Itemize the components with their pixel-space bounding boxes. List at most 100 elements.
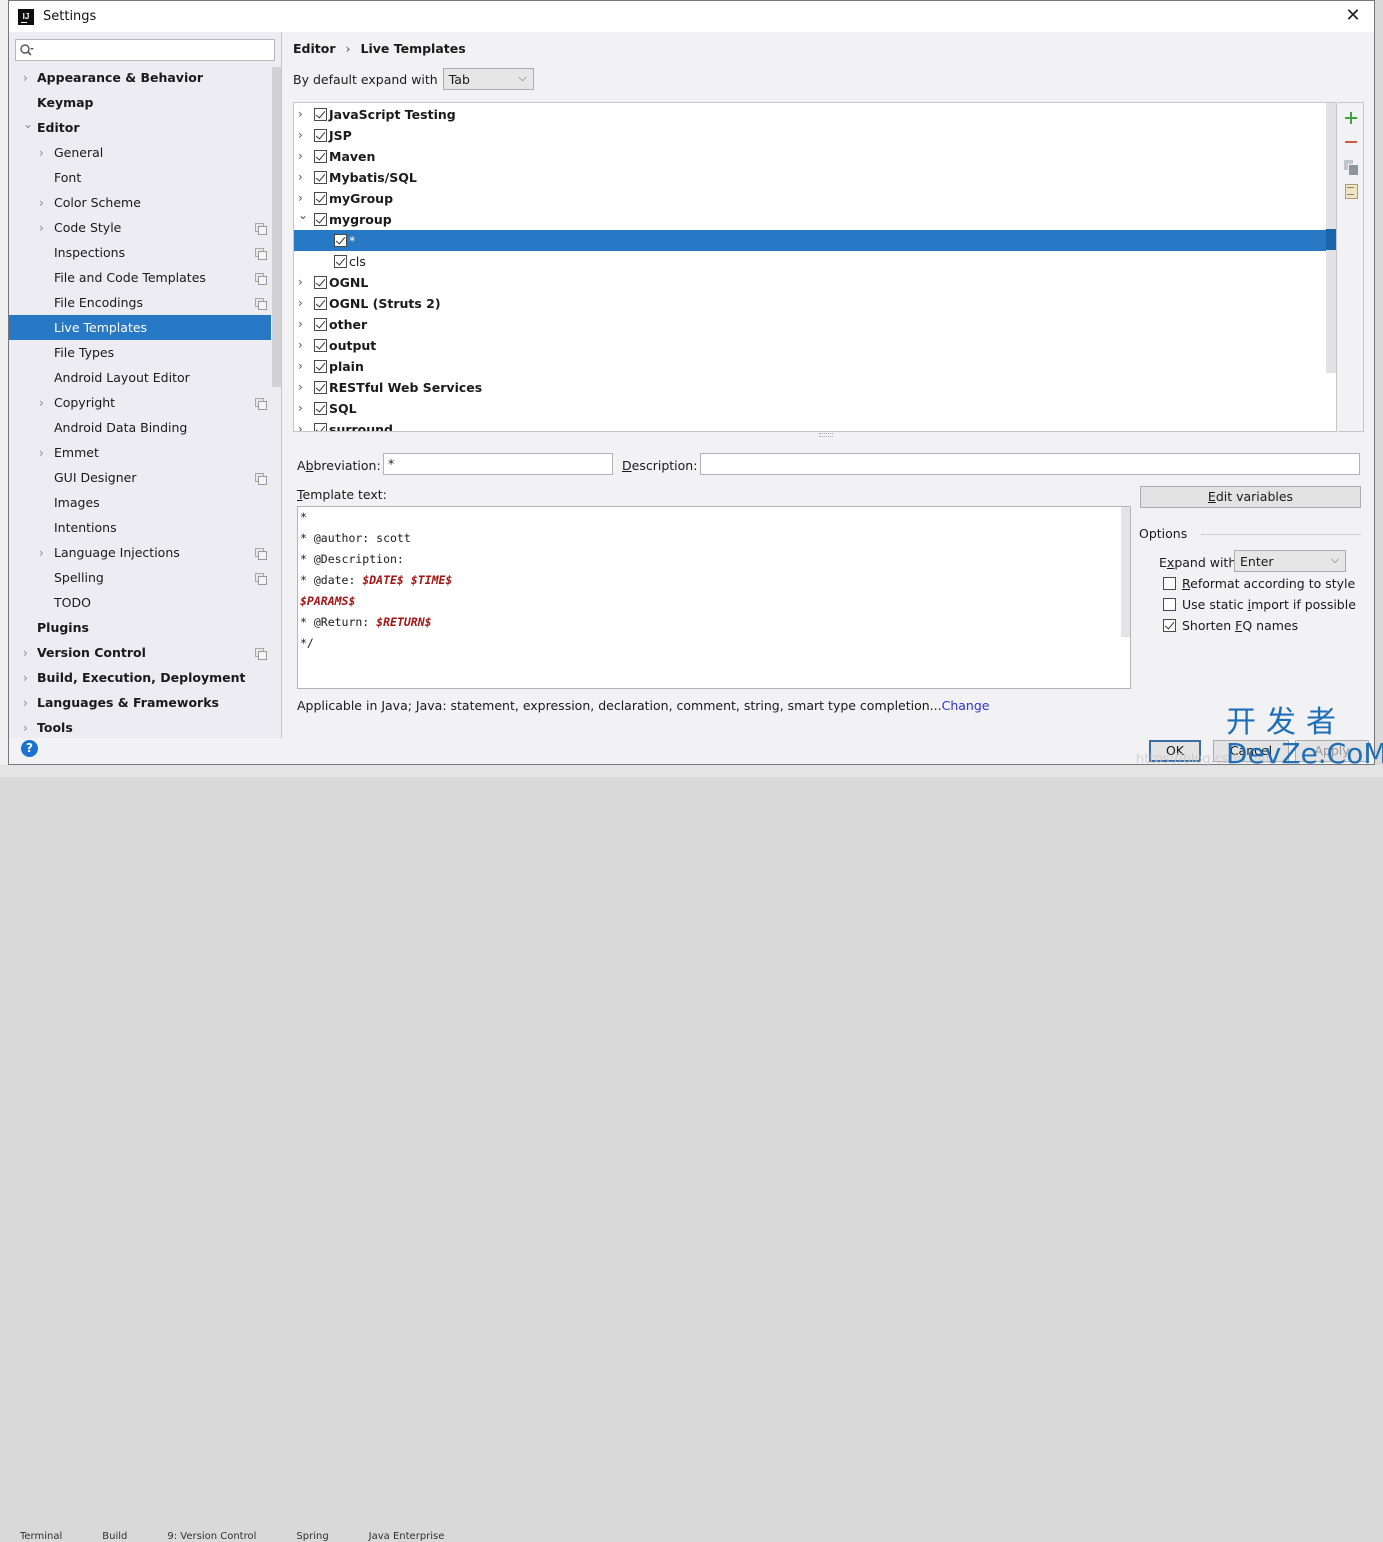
edit-variables-button[interactable]: Edit variables xyxy=(1140,486,1361,508)
template-enabled-checkbox[interactable] xyxy=(314,423,327,431)
template-enabled-checkbox[interactable] xyxy=(314,129,327,142)
sidebar-item-images[interactable]: Images xyxy=(9,490,271,515)
template-enabled-checkbox[interactable] xyxy=(314,276,327,289)
template-group-row[interactable]: › JavaScript Testing xyxy=(294,104,1336,125)
template-enabled-checkbox[interactable] xyxy=(314,150,327,163)
template-row[interactable]: cls xyxy=(294,251,1336,272)
expand-with-select[interactable]: Enter ⌵ xyxy=(1234,550,1346,572)
chevron-right-icon[interactable]: › xyxy=(39,197,49,209)
sidebar-item-keymap[interactable]: Keymap xyxy=(9,90,271,115)
sidebar-item-gui-designer[interactable]: GUI Designer xyxy=(9,465,271,490)
template-group-row[interactable]: › plain xyxy=(294,356,1336,377)
sidebar-item-copyright[interactable]: › Copyright xyxy=(9,390,271,415)
sidebar-item-general[interactable]: › General xyxy=(9,140,271,165)
search-input[interactable] xyxy=(15,39,275,61)
remove-icon[interactable] xyxy=(1343,134,1359,150)
chevron-right-icon[interactable]: › xyxy=(23,722,33,734)
chevron-right-icon[interactable]: › xyxy=(298,272,308,293)
chevron-right-icon[interactable]: › xyxy=(39,147,49,159)
template-enabled-checkbox[interactable] xyxy=(314,318,327,331)
chevron-right-icon[interactable]: › xyxy=(298,167,308,188)
tool-window-button[interactable]: Java Enterprise xyxy=(369,1531,445,1542)
chevron-right-icon[interactable]: › xyxy=(298,419,308,431)
static-import-checkbox[interactable]: Use static import if possible xyxy=(1163,597,1356,612)
change-context-link[interactable]: Change xyxy=(942,698,990,713)
template-enabled-checkbox[interactable] xyxy=(314,108,327,121)
default-expand-select[interactable]: Tab ⌵ xyxy=(442,68,534,90)
chevron-right-icon[interactable]: › xyxy=(39,547,49,559)
sidebar-item-file-types[interactable]: File Types xyxy=(9,340,271,365)
cancel-button[interactable]: Cancel xyxy=(1213,740,1289,762)
sidebar-item-spelling[interactable]: Spelling xyxy=(9,565,271,590)
template-enabled-checkbox[interactable] xyxy=(314,360,327,373)
description-input[interactable] xyxy=(700,453,1360,475)
chevron-right-icon[interactable]: › xyxy=(23,647,33,659)
template-enabled-checkbox[interactable] xyxy=(314,192,327,205)
sidebar-scrollbar[interactable] xyxy=(272,67,281,387)
sidebar-item-language-injections[interactable]: › Language Injections xyxy=(9,540,271,565)
chevron-right-icon[interactable]: › xyxy=(23,72,33,84)
sidebar-item-plugins[interactable]: Plugins xyxy=(9,615,271,640)
chevron-right-icon[interactable]: › xyxy=(298,188,308,209)
chevron-right-icon[interactable]: › xyxy=(298,293,308,314)
template-enabled-checkbox[interactable] xyxy=(314,381,327,394)
sidebar-item-inspections[interactable]: Inspections xyxy=(9,240,271,265)
template-group-row[interactable]: › RESTful Web Services xyxy=(294,377,1336,398)
template-enabled-checkbox[interactable] xyxy=(314,402,327,415)
template-group-row[interactable]: › other xyxy=(294,314,1336,335)
sidebar-item-file-and-code-templates[interactable]: File and Code Templates xyxy=(9,265,271,290)
chevron-right-icon[interactable]: › xyxy=(298,377,308,398)
sidebar-item-code-style[interactable]: › Code Style xyxy=(9,215,271,240)
chevron-right-icon[interactable]: › xyxy=(298,104,308,125)
chevron-right-icon[interactable]: › xyxy=(23,672,33,684)
template-group-row[interactable]: › output xyxy=(294,335,1336,356)
chevron-right-icon[interactable]: › xyxy=(23,697,33,709)
template-group-row[interactable]: › SQL xyxy=(294,398,1336,419)
abbreviation-input[interactable]: * xyxy=(383,453,613,475)
template-group-row[interactable]: › OGNL xyxy=(294,272,1336,293)
sidebar-item-todo[interactable]: TODO xyxy=(9,590,271,615)
reformat-checkbox[interactable]: Reformat according to style xyxy=(1163,576,1355,591)
chevron-right-icon[interactable]: › xyxy=(298,314,308,335)
template-text-scrollbar[interactable] xyxy=(1121,507,1130,637)
copy-icon[interactable] xyxy=(1343,159,1359,176)
tool-window-button[interactable]: 9: Version Control xyxy=(167,1531,256,1542)
sidebar-item-build-execution-deployment[interactable]: › Build, Execution, Deployment xyxy=(9,665,271,690)
template-enabled-checkbox[interactable] xyxy=(314,297,327,310)
chevron-right-icon[interactable]: › xyxy=(39,447,49,459)
sidebar-item-editor[interactable]: ⌄ Editor xyxy=(9,115,271,140)
chevron-down-icon[interactable]: ⌄ xyxy=(23,118,33,130)
sidebar-item-appearance-behavior[interactable]: › Appearance & Behavior xyxy=(9,65,271,90)
sidebar-item-color-scheme[interactable]: › Color Scheme xyxy=(9,190,271,215)
template-group-row[interactable]: › OGNL (Struts 2) xyxy=(294,293,1336,314)
template-group-row[interactable]: › myGroup xyxy=(294,188,1336,209)
sidebar-item-android-data-binding[interactable]: Android Data Binding xyxy=(9,415,271,440)
splitter-handle[interactable] xyxy=(819,433,833,437)
sidebar-item-live-templates[interactable]: Live Templates xyxy=(9,315,271,340)
chevron-right-icon[interactable]: › xyxy=(39,397,49,409)
sidebar-item-emmet[interactable]: › Emmet xyxy=(9,440,271,465)
chevron-right-icon[interactable]: › xyxy=(39,222,49,234)
template-text-editor[interactable]: * * @author: scott * @Description: * @date:… xyxy=(297,506,1131,689)
help-icon[interactable]: ? xyxy=(21,740,38,757)
tool-window-button[interactable]: Spring xyxy=(296,1531,328,1542)
checkbox-box[interactable] xyxy=(1163,598,1176,611)
template-enabled-checkbox[interactable] xyxy=(314,171,327,184)
template-group-row[interactable]: ⌄ mygroup xyxy=(294,208,1336,230)
sidebar-item-file-encodings[interactable]: File Encodings xyxy=(9,290,271,315)
template-group-row[interactable]: › surround xyxy=(294,419,1336,431)
edit-doc-icon[interactable] xyxy=(1343,183,1359,199)
sidebar-item-languages-frameworks[interactable]: › Languages & Frameworks xyxy=(9,690,271,715)
template-enabled-checkbox[interactable] xyxy=(314,339,327,352)
tool-window-button[interactable]: Terminal xyxy=(20,1531,62,1542)
checkbox-box[interactable] xyxy=(1163,577,1176,590)
chevron-right-icon[interactable]: › xyxy=(298,146,308,167)
template-enabled-checkbox[interactable] xyxy=(334,255,347,268)
chevron-right-icon[interactable]: › xyxy=(298,398,308,419)
sidebar-item-version-control[interactable]: › Version Control xyxy=(9,640,271,665)
ok-button[interactable]: OK xyxy=(1149,740,1201,762)
close-icon[interactable]: ✕ xyxy=(1344,7,1362,25)
chevron-right-icon[interactable]: › xyxy=(298,356,308,377)
template-enabled-checkbox[interactable] xyxy=(334,234,347,247)
apply-button[interactable]: Apply xyxy=(1295,740,1369,762)
